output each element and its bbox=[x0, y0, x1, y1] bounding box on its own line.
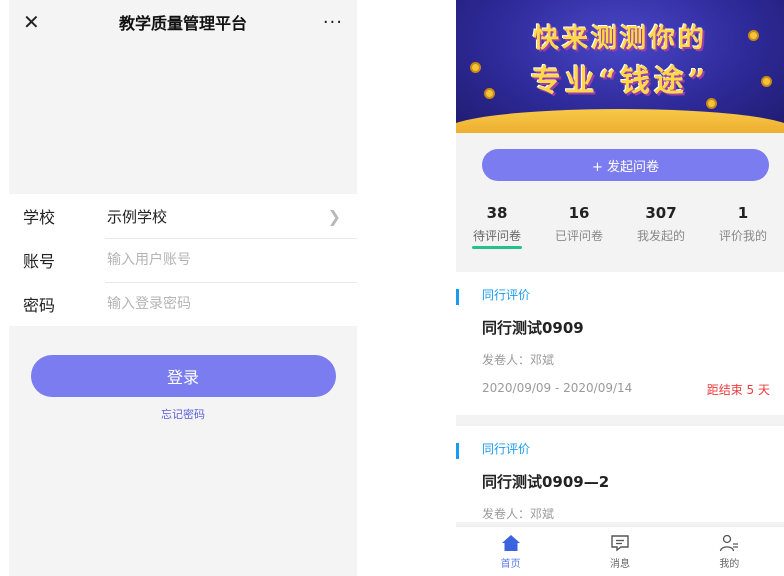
tab-pending[interactable]: 38 待评问卷 bbox=[456, 189, 538, 261]
tab-about-me[interactable]: 1 评价我的 bbox=[702, 189, 784, 261]
tab-initiated[interactable]: 307 我发起的 bbox=[620, 189, 702, 261]
home-icon bbox=[500, 533, 522, 553]
card-date-range: 2020/09/09 - 2020/09/14 bbox=[482, 381, 633, 395]
card-category: 同行评价 bbox=[482, 442, 531, 456]
tab-profile[interactable]: 我的 bbox=[675, 527, 784, 576]
card-title: 同行测试0909 bbox=[482, 319, 584, 337]
card-author: 发卷人：邓斌 bbox=[482, 353, 555, 367]
start-survey-button[interactable]: + 发起问卷 bbox=[482, 149, 769, 181]
tab-messages[interactable]: 消息 bbox=[565, 527, 674, 576]
survey-screen: 快来测测你的 专业“钱途” + 发起问卷 38 待评问卷 16 已评问卷 307… bbox=[456, 0, 784, 576]
password-input[interactable] bbox=[107, 296, 357, 312]
more-icon[interactable]: ··· bbox=[321, 12, 343, 33]
stats-tabs: 38 待评问卷 16 已评问卷 307 我发起的 1 评价我的 bbox=[456, 189, 784, 261]
login-nav-bar: ✕ 教学质量管理平台 ··· bbox=[9, 0, 357, 44]
coin-pile-decoration bbox=[456, 109, 784, 133]
account-row: 账号 bbox=[9, 238, 357, 282]
login-screen: ✕ 教学质量管理平台 ··· 学校 示例学校 ❯ 账号 密码 登录 忘记密码 bbox=[9, 0, 357, 576]
card-meta: 2020/09/09 - 2020/09/14 距结束 5 天 bbox=[482, 381, 770, 415]
stat-caption: 我发起的 bbox=[636, 229, 685, 243]
stat-caption: 已评问卷 bbox=[554, 229, 603, 243]
stat-caption: 评价我的 bbox=[718, 229, 767, 243]
password-label: 密码 bbox=[23, 296, 56, 315]
survey-card[interactable]: 同行评价 同行测试0909—2 发卷人：邓斌 bbox=[456, 426, 784, 522]
stat-caption: 待评问卷 bbox=[472, 229, 521, 243]
banner-headline-1: 快来测测你的 bbox=[532, 24, 707, 54]
tab-label: 首页 bbox=[500, 559, 521, 570]
bottom-tab-bar: 首页 消息 我的 bbox=[456, 526, 784, 576]
school-label: 学校 bbox=[23, 208, 56, 227]
login-form: 学校 示例学校 ❯ 账号 密码 bbox=[9, 194, 357, 326]
page-title: 教学质量管理平台 bbox=[118, 14, 247, 33]
school-value: 示例学校 bbox=[107, 207, 168, 226]
tab-label: 我的 bbox=[719, 559, 740, 570]
message-icon bbox=[609, 533, 631, 553]
tab-label: 消息 bbox=[609, 559, 630, 570]
chevron-right-icon: ❯ bbox=[327, 206, 341, 226]
profile-icon bbox=[718, 533, 740, 553]
start-survey-area: + 发起问卷 bbox=[456, 133, 784, 189]
promo-banner[interactable]: 快来测测你的 专业“钱途” bbox=[456, 0, 784, 133]
tab-home[interactable]: 首页 bbox=[456, 527, 565, 576]
password-row: 密码 bbox=[9, 282, 357, 326]
account-input[interactable] bbox=[107, 252, 357, 268]
school-row[interactable]: 学校 示例学校 ❯ bbox=[9, 194, 357, 238]
category-marker bbox=[456, 443, 459, 459]
banner-headline-2: 专业“钱途” bbox=[530, 64, 710, 99]
stat-number: 16 bbox=[568, 204, 590, 222]
tab-evaluated[interactable]: 16 已评问卷 bbox=[538, 189, 620, 261]
close-icon[interactable]: ✕ bbox=[23, 10, 45, 34]
card-deadline: 距结束 5 天 bbox=[706, 383, 770, 397]
survey-card[interactable]: 同行评价 同行测试0909 发卷人：邓斌 2020/09/09 - 2020/0… bbox=[456, 272, 784, 415]
stat-number: 307 bbox=[645, 204, 677, 222]
stat-number: 38 bbox=[486, 204, 508, 222]
card-category: 同行评价 bbox=[482, 288, 531, 302]
card-title: 同行测试0909—2 bbox=[482, 473, 610, 491]
stat-number: 1 bbox=[737, 204, 749, 222]
account-label: 账号 bbox=[23, 252, 56, 271]
forgot-password-link[interactable]: 忘记密码 bbox=[9, 406, 357, 422]
logo-area bbox=[9, 44, 357, 194]
login-button[interactable]: 登录 bbox=[30, 355, 336, 397]
category-marker bbox=[456, 289, 459, 305]
card-author: 发卷人：邓斌 bbox=[482, 507, 555, 521]
